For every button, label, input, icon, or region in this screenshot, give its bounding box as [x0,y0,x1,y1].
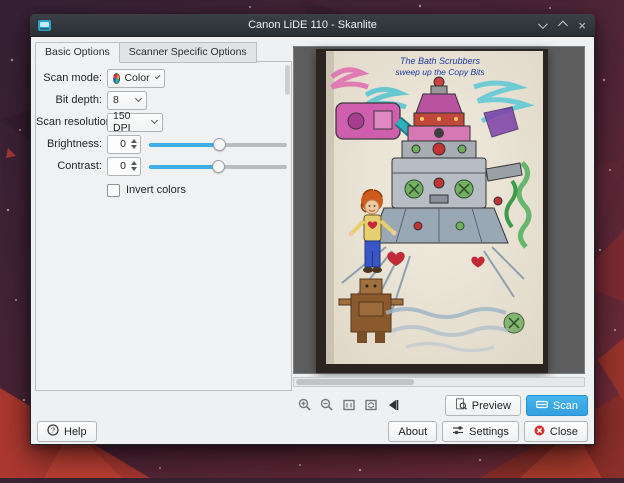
zoom-fit-icon[interactable] [364,398,378,412]
resolution-value: 150 DPI [113,110,146,134]
document-magnifier-icon [455,398,467,413]
spin-up-icon[interactable] [131,161,137,165]
drawing-caption-line1: The Bath Scrubbers [400,56,481,66]
contrast-row: Contrast: 0 [36,156,291,176]
chevron-down-icon [154,74,160,80]
scan-mode-label: Scan mode: [36,72,102,84]
brightness-row: Brightness: 0 [36,134,291,154]
options-panel: Scan mode: Color Bit depth: 8 Scan resol… [35,61,292,391]
minimize-button[interactable] [538,22,546,30]
spin-arrows [127,139,140,149]
invert-colors-row: Invert colors [36,180,291,200]
tab-basic-options[interactable]: Basic Options [35,42,120,63]
close-button-label: Close [550,426,578,438]
slider-fill [149,143,219,147]
scanner-icon [536,398,548,413]
resolution-select[interactable]: 150 DPI [107,113,163,132]
spin-arrows [127,161,140,171]
close-red-icon [534,425,545,439]
scan-button-label: Scan [553,400,578,412]
chevron-down-icon [135,95,142,102]
preview-panel: The Bath Scrubbers sweep up the Copy Bit… [293,46,585,374]
help-icon: ? [47,424,59,439]
about-button-label: About [398,426,427,438]
preview-horizontal-scrollbar[interactable] [293,377,585,387]
resolution-row: Scan resolution: 150 DPI [36,112,291,132]
slider-handle[interactable] [212,160,225,173]
contrast-label: Contrast: [36,160,102,172]
color-wheel-icon [113,73,120,84]
footer-left: ? Help [37,421,97,442]
chevron-down-icon [151,117,158,124]
drawing-caption-line2: sweep up the Copy Bits [395,67,485,77]
scan-mode-value: Color [124,72,149,84]
zoom-out-icon[interactable] [320,398,334,412]
about-button[interactable]: About [388,421,437,442]
svg-text:?: ? [51,426,55,435]
window-title: Canon LiDE 110 - Skanlite [30,19,595,31]
footer-right: About Settings Close [388,421,588,442]
window-body: Basic Options Scanner Specific Options S… [30,37,595,445]
bit-depth-value: 8 [113,94,130,106]
contrast-spinbox[interactable]: 0 [107,157,141,176]
maximize-button[interactable] [558,22,566,30]
zoom-actual-size-icon[interactable] [342,398,356,412]
slider-handle[interactable] [213,138,226,151]
help-button[interactable]: ? Help [37,421,97,442]
scan-mode-row: Scan mode: Color [36,68,291,88]
brightness-label: Brightness: [36,138,102,150]
app-icon [37,18,52,33]
preview-button-label: Preview [472,400,511,412]
settings-sliders-icon [452,424,464,439]
contrast-value: 0 [108,160,127,172]
settings-button[interactable]: Settings [442,421,519,442]
options-scrollbar[interactable] [285,65,290,95]
scan-mode-select[interactable]: Color [107,69,165,88]
slider-fill [149,165,218,169]
window-controls: × [538,14,586,37]
scan-action-row: Preview Scan [445,395,588,416]
scan-button[interactable]: Scan [526,395,588,416]
invert-colors-checkbox[interactable] [107,184,120,197]
spin-down-icon[interactable] [131,167,137,171]
tab-scanner-specific-options[interactable]: Scanner Specific Options [120,42,257,63]
brightness-value: 0 [108,138,127,150]
bit-depth-select[interactable]: 8 [107,91,147,110]
scrollbar-thumb[interactable] [296,379,414,385]
tab-bar: Basic Options Scanner Specific Options [35,42,257,63]
close-window-button[interactable]: × [578,14,586,37]
invert-colors-label: Invert colors [126,184,186,196]
resolution-label: Scan resolution: [36,116,102,128]
skanlite-window: Canon LiDE 110 - Skanlite × Basic Option… [30,14,595,445]
help-button-label: Help [64,426,87,438]
preview-button[interactable]: Preview [445,395,521,416]
contrast-slider[interactable] [149,157,287,176]
collapse-panel-icon[interactable] [386,398,400,412]
bit-depth-row: Bit depth: 8 [36,90,291,110]
settings-button-label: Settings [469,426,509,438]
brightness-slider[interactable] [149,135,287,154]
spin-up-icon[interactable] [131,139,137,143]
zoom-toolbar [298,398,400,412]
titlebar[interactable]: Canon LiDE 110 - Skanlite × [30,14,595,37]
zoom-in-icon[interactable] [298,398,312,412]
brightness-spinbox[interactable]: 0 [107,135,141,154]
spin-down-icon[interactable] [131,145,137,149]
close-button[interactable]: Close [524,421,588,442]
bit-depth-label: Bit depth: [36,94,102,106]
scan-preview-image[interactable]: The Bath Scrubbers sweep up the Copy Bit… [316,49,548,373]
